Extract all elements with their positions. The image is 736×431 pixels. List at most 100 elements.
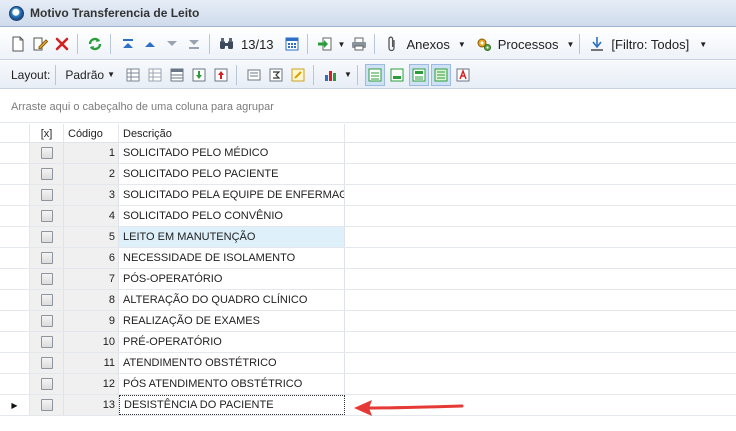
filter-button[interactable]: [Filtro: Todos] bbox=[611, 37, 689, 52]
layout-save-icon[interactable] bbox=[123, 64, 143, 86]
description-cell[interactable]: ATENDIMENTO OBSTÉTRICO bbox=[119, 353, 345, 373]
chart-icon[interactable] bbox=[321, 64, 341, 86]
row-indicator[interactable] bbox=[0, 332, 30, 352]
row-checkbox[interactable] bbox=[40, 315, 53, 327]
anexos-button[interactable]: Anexos bbox=[406, 37, 449, 52]
table-row[interactable]: 3 SOLICITADO PELA EQUIPE DE ENFERMAGEM bbox=[0, 185, 736, 206]
first-record-icon[interactable] bbox=[118, 33, 138, 55]
previous-record-icon[interactable] bbox=[140, 33, 160, 55]
description-cell[interactable]: NECESSIDADE DE ISOLAMENTO bbox=[119, 248, 345, 268]
description-cell[interactable]: SOLICITADO PELA EQUIPE DE ENFERMAGEM bbox=[119, 185, 345, 205]
find-icon[interactable] bbox=[217, 33, 237, 55]
refresh-icon[interactable] bbox=[85, 33, 105, 55]
delete-icon[interactable] bbox=[52, 33, 72, 55]
row-indicator[interactable] bbox=[0, 206, 30, 226]
row-indicator[interactable] bbox=[0, 164, 30, 184]
description-cell[interactable]: PRÉ-OPERATÓRIO bbox=[119, 332, 345, 352]
export-red-icon[interactable] bbox=[211, 64, 231, 86]
table-row[interactable]: 1 SOLICITADO PELO MÉDICO bbox=[0, 143, 736, 164]
description-cell[interactable]: DESISTÊNCIA DO PACIENTE bbox=[119, 395, 345, 415]
description-cell[interactable]: PÓS-OPERATÓRIO bbox=[119, 269, 345, 289]
description-cell[interactable]: REALIZAÇÃO DE EXAMES bbox=[119, 311, 345, 331]
code-cell[interactable]: 11 bbox=[64, 353, 119, 373]
code-cell[interactable]: 4 bbox=[64, 206, 119, 226]
row-indicator[interactable] bbox=[0, 248, 30, 268]
table-row[interactable]: 6 NECESSIDADE DE ISOLAMENTO bbox=[0, 248, 736, 269]
code-cell[interactable]: 5 bbox=[64, 227, 119, 247]
description-cell[interactable]: SOLICITADO PELO MÉDICO bbox=[119, 143, 345, 163]
layout-dropdown-caret[interactable]: ▼ bbox=[107, 70, 115, 79]
columns-icon[interactable] bbox=[244, 64, 264, 86]
row-checkbox[interactable] bbox=[40, 336, 53, 348]
column-header-description[interactable]: Descrição bbox=[119, 124, 345, 143]
column-header-check[interactable]: [x] bbox=[30, 124, 64, 143]
description-cell[interactable]: SOLICITADO PELO PACIENTE bbox=[119, 164, 345, 184]
code-cell[interactable]: 13 bbox=[64, 395, 119, 415]
code-cell[interactable]: 2 bbox=[64, 164, 119, 184]
new-document-icon[interactable] bbox=[8, 33, 28, 55]
chart-dropdown-caret[interactable]: ▼ bbox=[344, 70, 352, 79]
row-checkbox[interactable] bbox=[40, 168, 53, 180]
import-icon[interactable] bbox=[189, 64, 209, 86]
next-record-icon[interactable] bbox=[162, 33, 182, 55]
row-indicator[interactable] bbox=[0, 269, 30, 289]
row-indicator[interactable]: ▶ bbox=[0, 395, 30, 415]
view-green-icon[interactable] bbox=[387, 64, 407, 86]
view-card-icon[interactable] bbox=[430, 63, 451, 86]
row-indicator[interactable] bbox=[0, 353, 30, 373]
code-cell[interactable]: 10 bbox=[64, 332, 119, 352]
row-checkbox[interactable] bbox=[40, 210, 53, 222]
anexos-dropdown-caret[interactable]: ▼ bbox=[458, 40, 466, 49]
row-checkbox[interactable] bbox=[40, 147, 53, 159]
row-indicator[interactable] bbox=[0, 290, 30, 310]
table-row[interactable]: 2 SOLICITADO PELO PACIENTE bbox=[0, 164, 736, 185]
row-indicator[interactable] bbox=[0, 227, 30, 247]
description-cell[interactable]: SOLICITADO PELO CONVÊNIO bbox=[119, 206, 345, 226]
last-record-icon[interactable] bbox=[184, 33, 204, 55]
table-row[interactable]: 4 SOLICITADO PELO CONVÊNIO bbox=[0, 206, 736, 227]
filter-dropdown-caret[interactable]: ▼ bbox=[699, 40, 707, 49]
row-checkbox[interactable] bbox=[40, 357, 53, 369]
layout-load-icon[interactable] bbox=[145, 64, 165, 86]
table-row[interactable]: 5 LEITO EM MANUTENÇÃO bbox=[0, 227, 736, 248]
row-checkbox[interactable] bbox=[40, 378, 53, 390]
row-checkbox[interactable] bbox=[40, 399, 53, 411]
row-checkbox[interactable] bbox=[40, 294, 53, 306]
row-checkbox[interactable] bbox=[40, 273, 53, 285]
table-row[interactable]: 8 ALTERAÇÃO DO QUADRO CLÍNICO bbox=[0, 290, 736, 311]
grid-config-icon[interactable] bbox=[167, 64, 187, 86]
layout-select[interactable]: Padrão bbox=[65, 68, 104, 82]
export-dropdown-caret[interactable]: ▼ bbox=[338, 40, 346, 49]
row-checkbox[interactable] bbox=[40, 231, 53, 243]
print-icon[interactable] bbox=[349, 33, 369, 55]
processos-dropdown-caret[interactable]: ▼ bbox=[566, 40, 574, 49]
row-indicator[interactable] bbox=[0, 185, 30, 205]
view-list-icon[interactable] bbox=[408, 63, 429, 86]
edit-icon[interactable] bbox=[30, 33, 50, 55]
table-row[interactable]: 9 REALIZAÇÃO DE EXAMES bbox=[0, 311, 736, 332]
column-header-code[interactable]: Código bbox=[64, 124, 119, 143]
highlight-icon[interactable] bbox=[288, 64, 308, 86]
row-indicator[interactable] bbox=[0, 311, 30, 331]
row-checkbox[interactable] bbox=[40, 252, 53, 264]
code-cell[interactable]: 8 bbox=[64, 290, 119, 310]
code-cell[interactable]: 6 bbox=[64, 248, 119, 268]
sum-icon[interactable] bbox=[266, 64, 286, 86]
export-icon[interactable] bbox=[315, 33, 335, 55]
code-cell[interactable]: 12 bbox=[64, 374, 119, 394]
calendar-icon[interactable] bbox=[282, 33, 302, 55]
table-row[interactable]: 7 PÓS-OPERATÓRIO bbox=[0, 269, 736, 290]
code-cell[interactable]: 7 bbox=[64, 269, 119, 289]
description-cell[interactable]: ALTERAÇÃO DO QUADRO CLÍNICO bbox=[119, 290, 345, 310]
description-cell[interactable]: LEITO EM MANUTENÇÃO bbox=[119, 227, 345, 247]
description-cell[interactable]: PÓS ATENDIMENTO OBSTÉTRICO bbox=[119, 374, 345, 394]
view-grid-icon[interactable] bbox=[364, 63, 385, 86]
processos-button[interactable]: Processos bbox=[498, 37, 559, 52]
row-checkbox[interactable] bbox=[40, 189, 53, 201]
font-icon[interactable] bbox=[453, 64, 473, 86]
code-cell[interactable]: 9 bbox=[64, 311, 119, 331]
group-by-panel[interactable]: Arraste aqui o cabeçalho de uma coluna p… bbox=[0, 90, 736, 123]
code-cell[interactable]: 3 bbox=[64, 185, 119, 205]
code-cell[interactable]: 1 bbox=[64, 143, 119, 163]
table-row[interactable]: 10 PRÉ-OPERATÓRIO bbox=[0, 332, 736, 353]
